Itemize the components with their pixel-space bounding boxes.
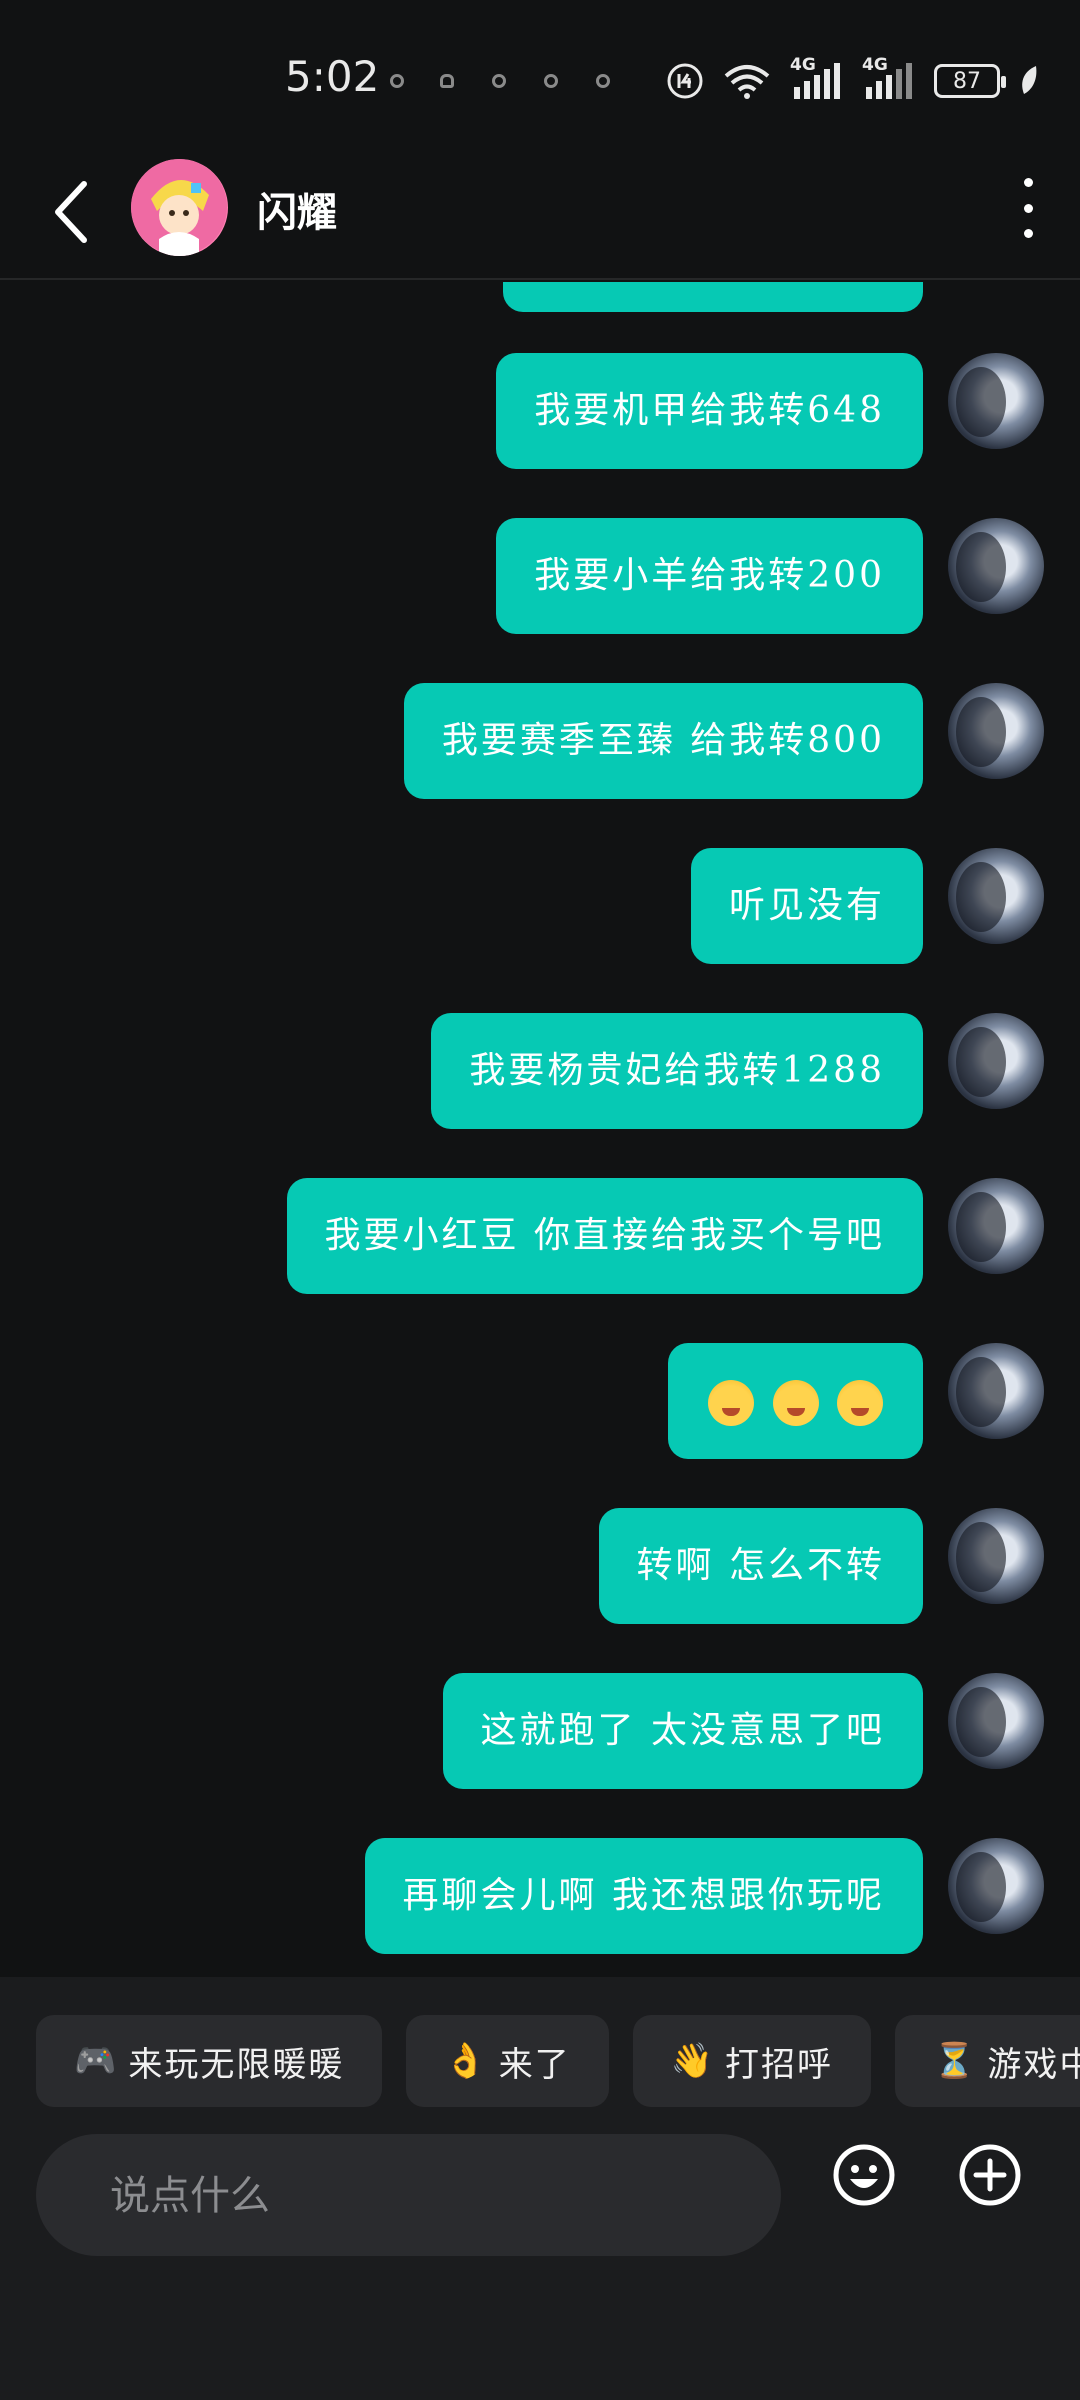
message-row: 再聊会儿啊 我还想跟你玩呢	[0, 1838, 1080, 1954]
sender-avatar[interactable]	[948, 683, 1044, 779]
grinning-face-icon	[837, 1380, 883, 1426]
sender-avatar[interactable]	[948, 1013, 1044, 1109]
message-bubble[interactable]: 我要小羊给我转200	[496, 518, 923, 634]
message-row: 我要小红豆 你直接给我买个号吧	[0, 1178, 1080, 1294]
message-bubble-emoji[interactable]	[668, 1343, 923, 1459]
cellular-signal-1-icon: 4G	[790, 55, 844, 101]
status-icons: 4G 4G 87	[666, 55, 1040, 104]
battery-icon: 87	[934, 64, 1006, 98]
message-bubble[interactable]: 我要赛季至臻 给我转800	[403, 683, 923, 799]
emoji-icon[interactable]	[832, 2143, 896, 2207]
message-row: 听见没有	[0, 848, 1080, 964]
quick-reply-label: 来玩无限暖暖	[128, 2044, 345, 2085]
cellular-signal-2-icon: 4G	[862, 55, 916, 101]
quick-reply-label: 来了	[498, 2044, 571, 2085]
grinning-face-icon	[708, 1380, 755, 1426]
quick-reply-chip[interactable]: ⏳ 游戏中稍	[895, 2015, 1080, 2107]
quick-reply-chip[interactable]: 👌 来了	[406, 2015, 609, 2107]
sender-avatar[interactable]	[948, 1673, 1044, 1769]
status-bar: 5:02 4G 4G 87	[0, 0, 1080, 150]
message-row: 我要小羊给我转200	[0, 518, 1080, 634]
battery-level: 87	[953, 68, 981, 94]
quick-reply-label: 游戏中稍	[987, 2044, 1080, 2085]
message-row: 这就跑了 太没意思了吧	[0, 1673, 1080, 1789]
quick-reply-label: 打招呼	[725, 2044, 834, 2085]
message-list[interactable]: 我要机甲给我转648 我要小羊给我转200 我要赛季至臻 给我转800 听见没有…	[0, 282, 1080, 1977]
leaf-icon	[1022, 66, 1037, 94]
more-options-icon[interactable]	[1016, 178, 1040, 238]
message-bubble[interactable]: 再聊会儿啊 我还想跟你玩呢	[364, 1838, 923, 1954]
message-row: 转啊 怎么不转	[0, 1508, 1080, 1624]
message-bubble[interactable]: 我要机甲给我转648	[496, 353, 923, 469]
hourglass-icon: ⏳	[933, 2041, 978, 2081]
message-row	[0, 1343, 1080, 1459]
message-input-wrapper[interactable]	[36, 2134, 781, 2258]
chat-screen: 5:02 4G 4G 87 闪耀 我要机甲给我转648 我要小羊给我转200 我…	[0, 0, 1080, 2400]
message-bubble[interactable]	[503, 282, 923, 312]
message-row: 我要杨贵妃给我转1288	[0, 1013, 1080, 1129]
sender-avatar[interactable]	[948, 848, 1044, 944]
notification-icon	[390, 74, 404, 88]
message-bubble[interactable]: 这就跑了 太没意思了吧	[442, 1673, 923, 1789]
status-time: 5:02	[285, 52, 380, 101]
chat-header: 闪耀	[0, 150, 1080, 280]
message-bubble[interactable]: 我要小红豆 你直接给我买个号吧	[286, 1178, 923, 1294]
bell-icon	[440, 74, 454, 88]
sender-avatar[interactable]	[948, 1178, 1044, 1274]
sender-avatar[interactable]	[948, 1343, 1044, 1439]
quick-reply-chip[interactable]: 👋 打招呼	[632, 2015, 872, 2107]
message-row: 我要赛季至臻 给我转800	[0, 683, 1080, 799]
sender-avatar[interactable]	[948, 518, 1044, 614]
sender-avatar[interactable]	[948, 1508, 1044, 1604]
back-arrow-icon[interactable]	[44, 172, 104, 252]
message-input[interactable]	[108, 2134, 752, 2258]
message-bubble[interactable]: 我要杨贵妃给我转1288	[431, 1013, 923, 1129]
notification-icon	[492, 74, 506, 88]
hd-call-icon	[667, 63, 703, 99]
quick-reply-bar[interactable]: 🎮 来玩无限暖暖 👌 来了 👋 打招呼 ⏳ 游戏中稍	[36, 2015, 1080, 2107]
message-row	[0, 282, 1080, 312]
gamepad-icon: 🎮	[74, 2041, 119, 2081]
contact-avatar[interactable]	[131, 159, 228, 256]
notification-icon	[544, 74, 558, 88]
grinning-face-icon	[772, 1380, 819, 1426]
waving-hand-icon: 👋	[670, 2041, 716, 2081]
sender-avatar[interactable]	[948, 353, 1044, 449]
wifi-icon	[724, 65, 770, 99]
sender-avatar[interactable]	[948, 1838, 1044, 1934]
notification-icon	[596, 74, 610, 88]
message-bubble[interactable]: 听见没有	[690, 848, 923, 964]
ok-hand-icon: 👌	[444, 2041, 489, 2081]
contact-name: 闪耀	[257, 189, 337, 236]
message-row: 我要机甲给我转648	[0, 353, 1080, 469]
composer-panel: 🎮 来玩无限暖暖 👌 来了 👋 打招呼 ⏳ 游戏中稍	[0, 1977, 1080, 2400]
message-bubble[interactable]: 转啊 怎么不转	[598, 1508, 923, 1624]
quick-reply-chip[interactable]: 🎮 来玩无限暖暖	[36, 2015, 383, 2107]
add-icon[interactable]	[958, 2143, 1022, 2207]
